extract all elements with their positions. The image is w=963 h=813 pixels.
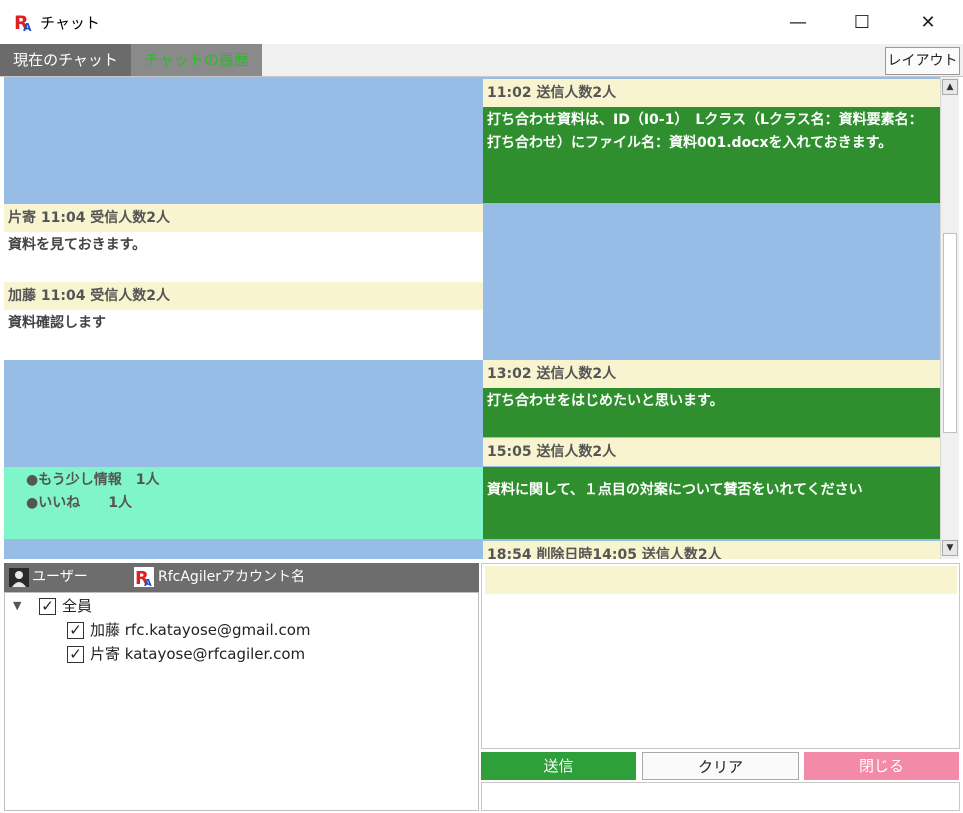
message-header: 18:54 削除日時14:05 送信人数2人 — [483, 541, 940, 559]
svg-text:A: A — [23, 21, 32, 32]
tree-node-all[interactable]: ▼ ✓ 全員 — [13, 595, 92, 617]
title-bar: R A チャット — ☐ ✕ — [0, 0, 963, 44]
status-field — [481, 782, 960, 811]
expand-chevron-icon[interactable]: ▼ — [13, 595, 29, 617]
app-logo-icon: R A — [14, 12, 32, 32]
reaction-item: ●もう少し情報 1人 — [26, 472, 160, 488]
tab-bar: 現在のチャット チャットの履歴 — [0, 44, 963, 77]
user-column-label: ユーザー — [32, 569, 88, 585]
message-body: 打ち合わせをはじめたいと思います。 — [483, 388, 940, 437]
message-header: 15:05 送信人数2人 — [483, 438, 940, 466]
message-body: 資料に関して、１点目の対案について賛否をいれてください — [483, 467, 940, 539]
layout-button[interactable]: レイアウト — [885, 47, 960, 75]
message-header: 13:02 送信人数2人 — [483, 360, 940, 388]
tab-chat-history[interactable]: チャットの履歴 — [131, 44, 262, 76]
compose-header — [485, 566, 957, 594]
user-icon — [9, 568, 29, 587]
svg-text:A: A — [144, 578, 152, 587]
scroll-up-icon[interactable]: ▲ — [942, 79, 958, 95]
message-header: 11:02 送信人数2人 — [483, 79, 940, 107]
reaction-summary: ●もう少し情報 1人 ●いいね 1人 — [4, 467, 483, 539]
tree-node-user[interactable]: ✓ 加藤 rfc.katayose@gmail.com — [67, 619, 310, 641]
user-label: 加藤 rfc.katayose@gmail.com — [90, 621, 311, 639]
message-body: 資料確認します — [4, 310, 483, 360]
chat-scrollbar[interactable]: ▲ ▼ — [940, 77, 959, 559]
user-tree: ▼ ✓ 全員 ✓ 加藤 rfc.katayose@gmail.com ✓ 片寄 … — [4, 592, 479, 811]
user-label: 片寄 katayose@rfcagiler.com — [90, 645, 306, 663]
scroll-thumb[interactable] — [943, 233, 957, 433]
chat-history-panel[interactable]: 11:02 送信人数2人 打ち合わせ資料は、ID（I0-1） Lクラス（Lクラス… — [4, 77, 940, 559]
user-list-header: ユーザー R A RfcAgilerアカウント名 — [4, 563, 479, 592]
scroll-down-icon[interactable]: ▼ — [942, 540, 958, 556]
checkbox-user[interactable]: ✓ — [67, 645, 84, 663]
rfcagiler-logo-icon: R A — [134, 567, 154, 587]
close-window-button[interactable]: ✕ — [896, 0, 960, 44]
checkbox-user[interactable]: ✓ — [67, 621, 84, 639]
close-button[interactable]: 閉じる — [804, 752, 959, 780]
account-column-label: RfcAgilerアカウント名 — [158, 569, 305, 585]
message-body: 資料を見ておきます。 — [4, 232, 483, 282]
maximize-button[interactable]: ☐ — [830, 0, 894, 44]
window-title: チャット — [40, 14, 100, 32]
message-header: 加藤 11:04 受信人数2人 — [4, 282, 483, 310]
clear-button[interactable]: クリア — [642, 752, 799, 780]
message-header: 片寄 11:04 受信人数2人 — [4, 204, 483, 232]
all-users-label: 全員 — [62, 597, 93, 615]
reaction-item: ●いいね 1人 — [26, 495, 132, 511]
message-body: 打ち合わせ資料は、ID（I0-1） Lクラス（Lクラス名：資料要素名：打ち合わせ… — [483, 107, 940, 203]
tab-current-chat[interactable]: 現在のチャット — [0, 44, 131, 76]
tree-node-user[interactable]: ✓ 片寄 katayose@rfcagiler.com — [67, 643, 305, 665]
checkbox-all[interactable]: ✓ — [39, 597, 56, 615]
minimize-button[interactable]: — — [766, 0, 830, 44]
send-button[interactable]: 送信 — [481, 752, 636, 780]
